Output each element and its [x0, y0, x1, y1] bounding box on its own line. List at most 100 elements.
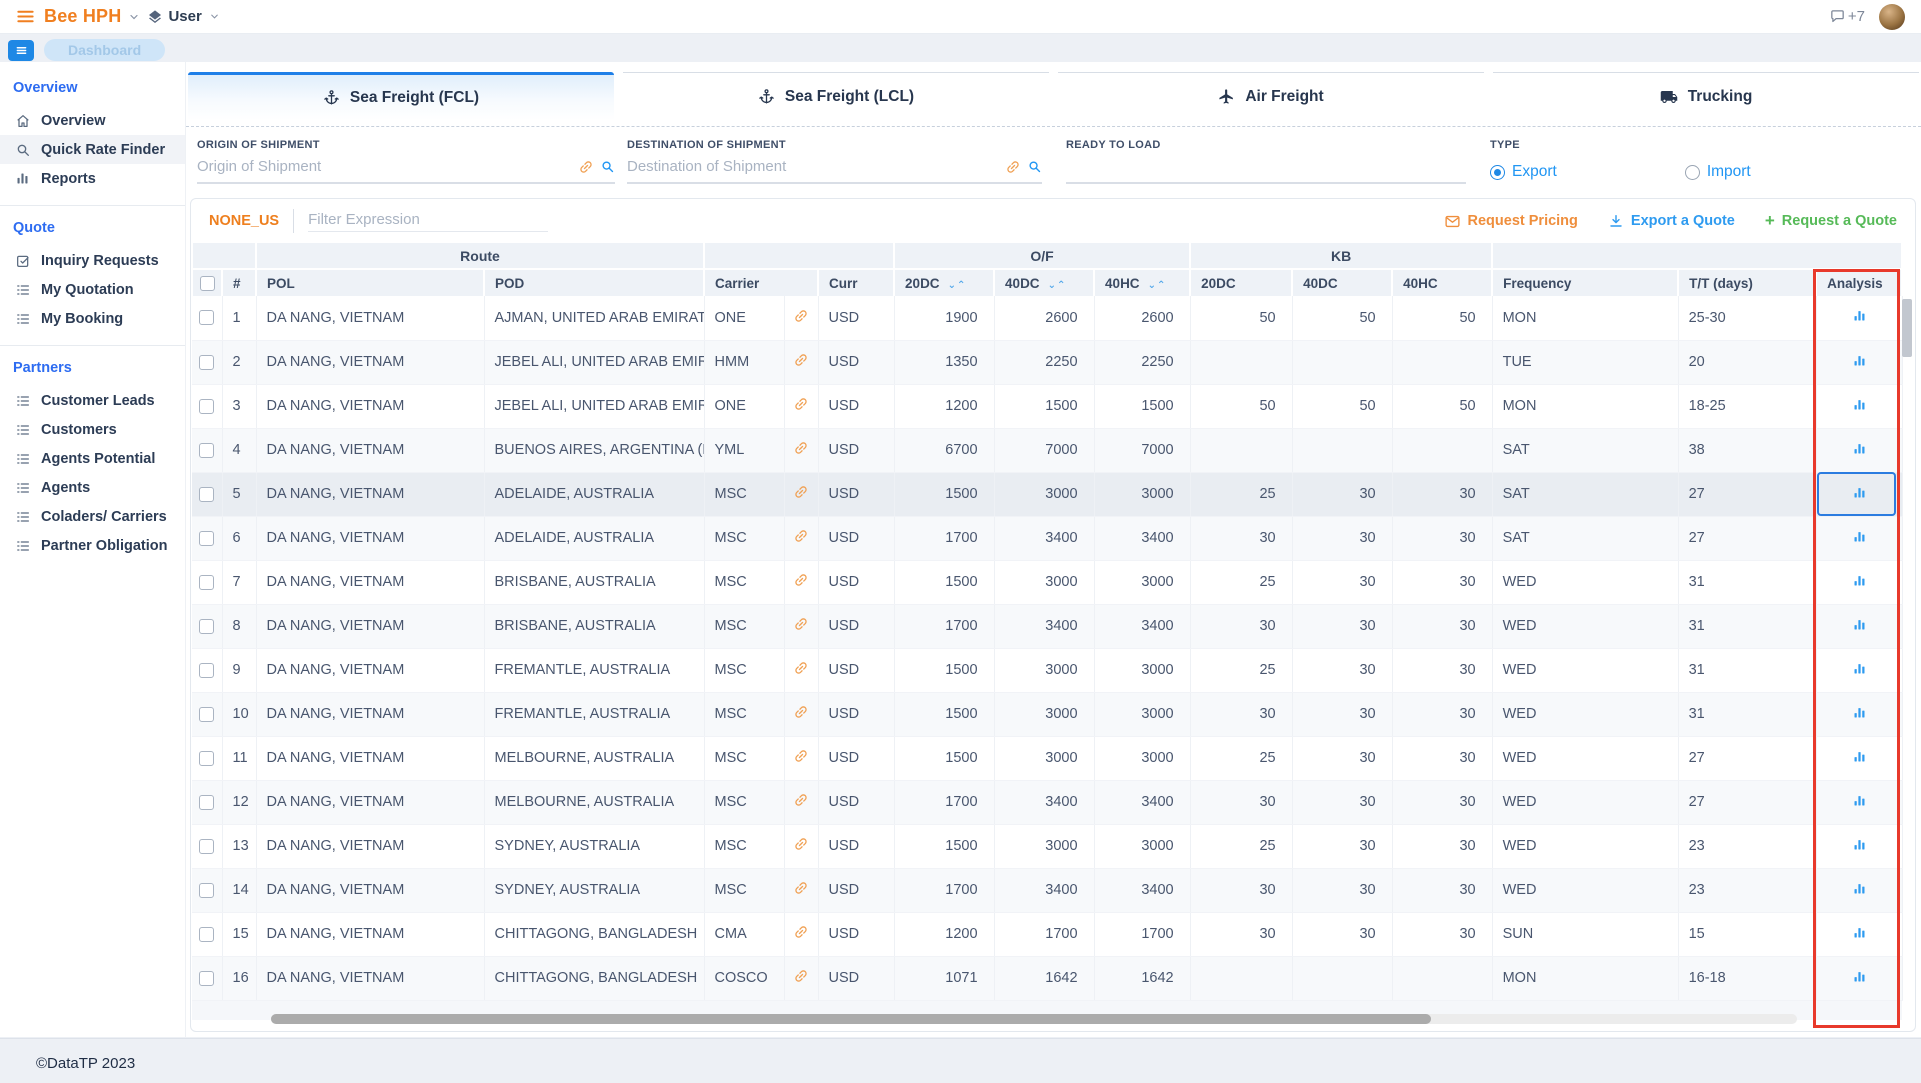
row-checkbox[interactable] [199, 971, 214, 986]
filter-expression-input[interactable] [308, 211, 548, 232]
analysis-icon[interactable] [1852, 529, 1867, 544]
analysis-icon[interactable] [1852, 793, 1867, 808]
search-icon[interactable] [600, 159, 615, 174]
table-row[interactable]: 3DA NANG, VIETNAMJEBEL ALI, UNITED ARAB … [192, 384, 1902, 428]
sort-icons[interactable]: ⌄⌃ [1148, 280, 1167, 291]
analysis-icon[interactable] [1852, 441, 1867, 456]
export-quote-button[interactable]: Export a Quote [1608, 213, 1735, 229]
chevron-down-icon[interactable] [128, 11, 140, 23]
table-row[interactable]: 10DA NANG, VIETNAMFREMANTLE, AUSTRALIAMS… [192, 692, 1902, 736]
vertical-scrollbar[interactable] [1902, 299, 1912, 357]
type-import-option[interactable]: Import [1685, 163, 1751, 181]
analysis-icon[interactable] [1852, 573, 1867, 588]
chat-button[interactable]: +7 [1829, 8, 1865, 25]
hamburger-icon[interactable] [16, 7, 35, 26]
sidebar-item-my-quotation[interactable]: My Quotation [0, 275, 185, 304]
sidebar-item-partner-obligation[interactable]: Partner Obligation [0, 531, 185, 560]
link-icon[interactable] [793, 836, 809, 852]
link-icon[interactable] [793, 968, 809, 984]
analysis-icon[interactable] [1852, 661, 1867, 676]
sidebar-item-coladers-carriers[interactable]: Coladers/ Carriers [0, 502, 185, 531]
tab-air-freight[interactable]: Air Freight [1058, 72, 1484, 120]
horizontal-scrollbar[interactable] [271, 1014, 1431, 1024]
analysis-icon[interactable] [1852, 308, 1867, 323]
radio-checked-icon[interactable] [1490, 165, 1505, 180]
table-row[interactable]: 12DA NANG, VIETNAMMELBOURNE, AUSTRALIAMS… [192, 780, 1902, 824]
table-row[interactable]: 1DA NANG, VIETNAMAJMAN, UNITED ARAB EMIR… [192, 296, 1902, 340]
link-icon[interactable] [793, 396, 809, 412]
breadcrumb-dashboard[interactable]: Dashboard [44, 39, 165, 61]
table-row[interactable]: 4DA NANG, VIETNAMBUENOS AIRES, ARGENTINA… [192, 428, 1902, 472]
row-checkbox[interactable] [199, 399, 214, 414]
sidebar-item-my-booking[interactable]: My Booking [0, 304, 185, 333]
sidebar-toggle-button[interactable] [8, 40, 34, 61]
search-icon[interactable] [1027, 159, 1042, 174]
link-icon[interactable] [793, 440, 809, 456]
table-row[interactable]: 6DA NANG, VIETNAMADELAIDE, AUSTRALIAMSCU… [192, 516, 1902, 560]
sidebar-item-customers[interactable]: Customers [0, 415, 185, 444]
row-checkbox[interactable] [199, 619, 214, 634]
sidebar-item-agents-potential[interactable]: Agents Potential [0, 444, 185, 473]
radio-unchecked-icon[interactable] [1685, 165, 1700, 180]
origin-input[interactable] [197, 158, 572, 175]
ready-to-load-input[interactable] [1066, 158, 1466, 175]
row-checkbox[interactable] [199, 531, 214, 546]
analysis-icon[interactable] [1852, 617, 1867, 632]
analysis-icon[interactable] [1852, 925, 1867, 940]
brand-logo[interactable]: Bee HPH [44, 6, 121, 27]
row-checkbox[interactable] [199, 310, 214, 325]
table-row[interactable]: 5DA NANG, VIETNAMADELAIDE, AUSTRALIAMSCU… [192, 472, 1902, 516]
link-icon[interactable] [793, 792, 809, 808]
avatar[interactable] [1879, 4, 1905, 30]
analysis-icon[interactable] [1852, 353, 1867, 368]
sidebar-item-quick-rate-finder[interactable]: Quick Rate Finder [0, 135, 185, 164]
link-icon[interactable] [793, 880, 809, 896]
analysis-icon[interactable] [1852, 397, 1867, 412]
chevron-down-icon[interactable] [209, 11, 220, 22]
tab-sea-freight-lcl[interactable]: Sea Freight (LCL) [623, 72, 1049, 120]
analysis-icon[interactable] [1852, 969, 1867, 984]
row-checkbox[interactable] [199, 883, 214, 898]
row-checkbox[interactable] [199, 663, 214, 678]
link-icon[interactable] [793, 924, 809, 940]
row-checkbox[interactable] [199, 795, 214, 810]
tab-trucking[interactable]: Trucking [1493, 72, 1919, 120]
destination-input[interactable] [627, 158, 999, 175]
link-icon[interactable] [578, 159, 594, 175]
link-icon[interactable] [793, 704, 809, 720]
link-icon[interactable] [793, 616, 809, 632]
link-icon[interactable] [793, 528, 809, 544]
select-all-checkbox[interactable] [200, 276, 215, 291]
table-row[interactable]: 7DA NANG, VIETNAMBRISBANE, AUSTRALIAMSCU… [192, 560, 1902, 604]
sidebar-item-agents[interactable]: Agents [0, 473, 185, 502]
type-export-option[interactable]: Export [1490, 163, 1557, 181]
row-checkbox[interactable] [199, 707, 214, 722]
row-checkbox[interactable] [199, 751, 214, 766]
table-row[interactable]: 11DA NANG, VIETNAMMELBOURNE, AUSTRALIAMS… [192, 736, 1902, 780]
link-icon[interactable] [793, 484, 809, 500]
sidebar-item-reports[interactable]: Reports [0, 164, 185, 193]
row-checkbox[interactable] [199, 575, 214, 590]
sidebar-item-inquiry-requests[interactable]: Inquiry Requests [0, 246, 185, 275]
request-quote-button[interactable]: + Request a Quote [1765, 211, 1897, 231]
row-checkbox[interactable] [199, 487, 214, 502]
table-row[interactable]: 15DA NANG, VIETNAMCHITTAGONG, BANGLADESH… [192, 912, 1902, 956]
link-icon[interactable] [793, 660, 809, 676]
analysis-icon[interactable] [1852, 705, 1867, 720]
tab-sea-freight-fcl[interactable]: Sea Freight (FCL) [188, 72, 614, 120]
link-icon[interactable] [793, 352, 809, 368]
request-pricing-button[interactable]: Request Pricing [1444, 213, 1578, 230]
link-icon[interactable] [793, 572, 809, 588]
row-checkbox[interactable] [199, 355, 214, 370]
analysis-icon[interactable] [1852, 749, 1867, 764]
table-row[interactable]: 14DA NANG, VIETNAMSYDNEY, AUSTRALIAMSCUS… [192, 868, 1902, 912]
table-row[interactable]: 13DA NANG, VIETNAMSYDNEY, AUSTRALIAMSCUS… [192, 824, 1902, 868]
table-row[interactable]: 9DA NANG, VIETNAMFREMANTLE, AUSTRALIAMSC… [192, 648, 1902, 692]
sort-icons[interactable]: ⌄⌃ [948, 280, 967, 291]
user-menu[interactable]: User [168, 8, 201, 25]
row-checkbox[interactable] [199, 443, 214, 458]
row-checkbox[interactable] [199, 927, 214, 942]
table-row[interactable]: 8DA NANG, VIETNAMBRISBANE, AUSTRALIAMSCU… [192, 604, 1902, 648]
link-icon[interactable] [1005, 159, 1021, 175]
link-icon[interactable] [793, 308, 809, 324]
